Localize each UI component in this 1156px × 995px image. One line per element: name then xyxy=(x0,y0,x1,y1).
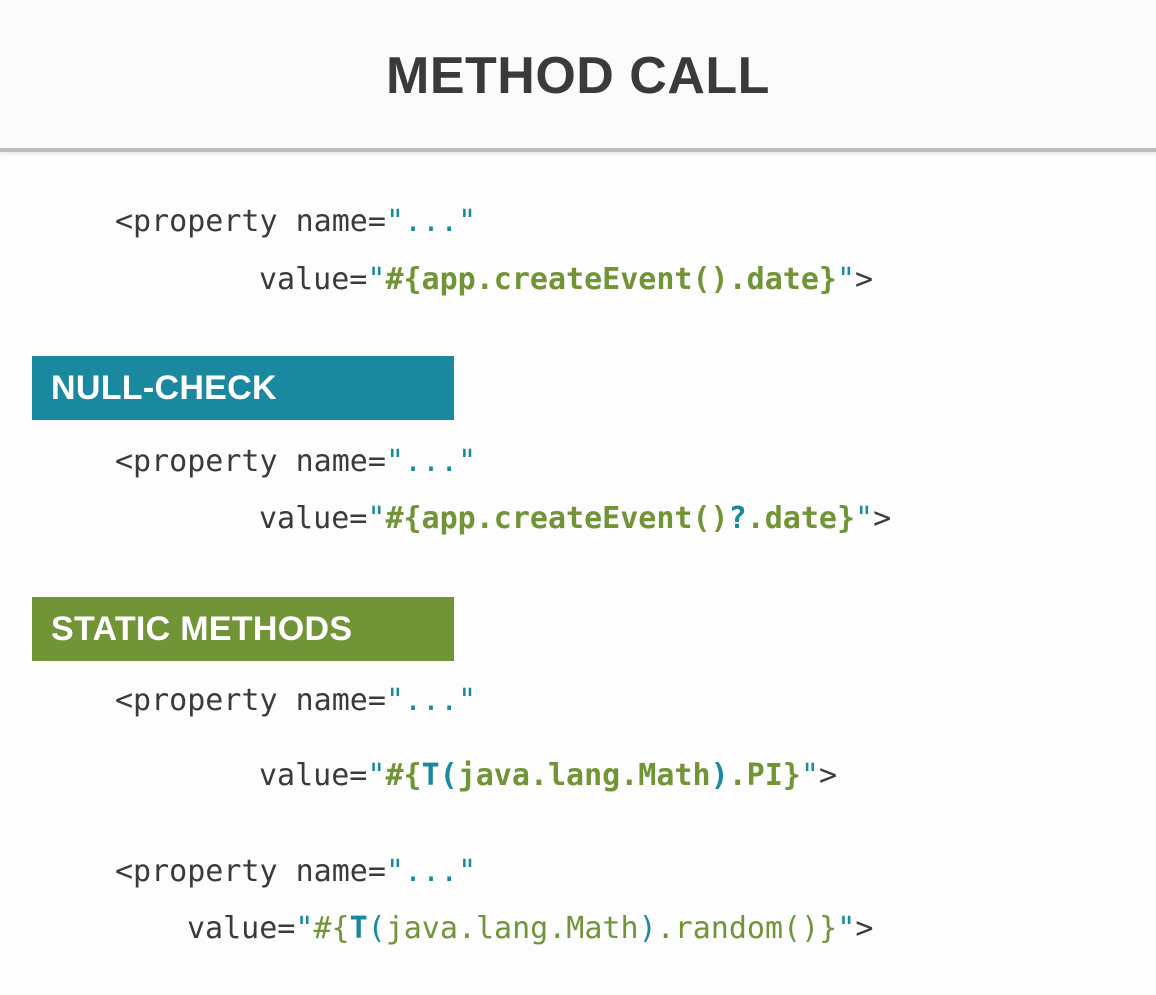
code-token: > xyxy=(818,758,837,793)
code-token: " xyxy=(836,262,856,297)
code-token: <property name= xyxy=(115,854,386,889)
code-line-value-1: value="#{app.createEvent().date}"> xyxy=(259,260,873,300)
code-line-value-2: value="#{app.createEvent()?.date}"> xyxy=(259,499,891,539)
code-token: #{app.createEvent().date} xyxy=(385,262,837,297)
code-token: > xyxy=(855,911,874,946)
code-token: ( xyxy=(367,911,386,946)
code-token: ) xyxy=(710,758,729,793)
code-token: .date} xyxy=(746,501,856,536)
code-line-property-3: <property name="..." xyxy=(115,681,476,721)
code-token: " xyxy=(855,501,874,536)
code-token: value= xyxy=(259,262,368,297)
code-token: " xyxy=(837,911,856,946)
code-token: ) xyxy=(638,911,657,946)
code-token: <property name= xyxy=(115,204,386,239)
code-token: java.lang.Math xyxy=(457,758,711,793)
code-token: "..." xyxy=(385,683,477,718)
code-line-value-4: value="#{T(java.lang.Math).random()}"> xyxy=(187,909,873,949)
code-token: " xyxy=(800,758,819,793)
code-token: " xyxy=(295,911,314,946)
code-token: "..." xyxy=(385,854,477,889)
code-token: T( xyxy=(421,758,458,793)
code-token: value= xyxy=(259,758,368,793)
slide-title: METHOD CALL xyxy=(386,47,770,105)
code-token: ? xyxy=(728,501,747,536)
code-token: <property name= xyxy=(115,444,386,479)
code-token: .random()} xyxy=(656,911,838,946)
code-token: value= xyxy=(259,501,368,536)
code-token: #{ xyxy=(385,758,422,793)
code-line-value-3: value="#{T(java.lang.Math).PI}"> xyxy=(259,756,837,796)
code-token: T xyxy=(349,911,368,946)
code-token: " xyxy=(367,262,386,297)
code-token: "..." xyxy=(385,444,477,479)
code-line-property-4: <property name="..." xyxy=(115,852,476,892)
code-token: value= xyxy=(187,911,296,946)
static-methods-banner: STATIC METHODS xyxy=(32,597,454,661)
code-token: java.lang.Math xyxy=(385,911,639,946)
code-token: .PI} xyxy=(728,758,801,793)
null-check-banner: NULL-CHECK xyxy=(32,356,454,420)
code-token: "..." xyxy=(385,204,477,239)
code-line-property-1: <property name="..." xyxy=(115,202,476,242)
code-token: #{app.createEvent() xyxy=(385,501,729,536)
code-token: " xyxy=(367,758,386,793)
code-token: " xyxy=(367,501,386,536)
code-token: <property name= xyxy=(115,683,386,718)
code-token: > xyxy=(855,262,874,297)
code-token: > xyxy=(873,501,892,536)
code-line-property-2: <property name="..." xyxy=(115,442,476,482)
slide-header: METHOD CALL xyxy=(0,0,1156,152)
code-token: #{ xyxy=(313,911,350,946)
